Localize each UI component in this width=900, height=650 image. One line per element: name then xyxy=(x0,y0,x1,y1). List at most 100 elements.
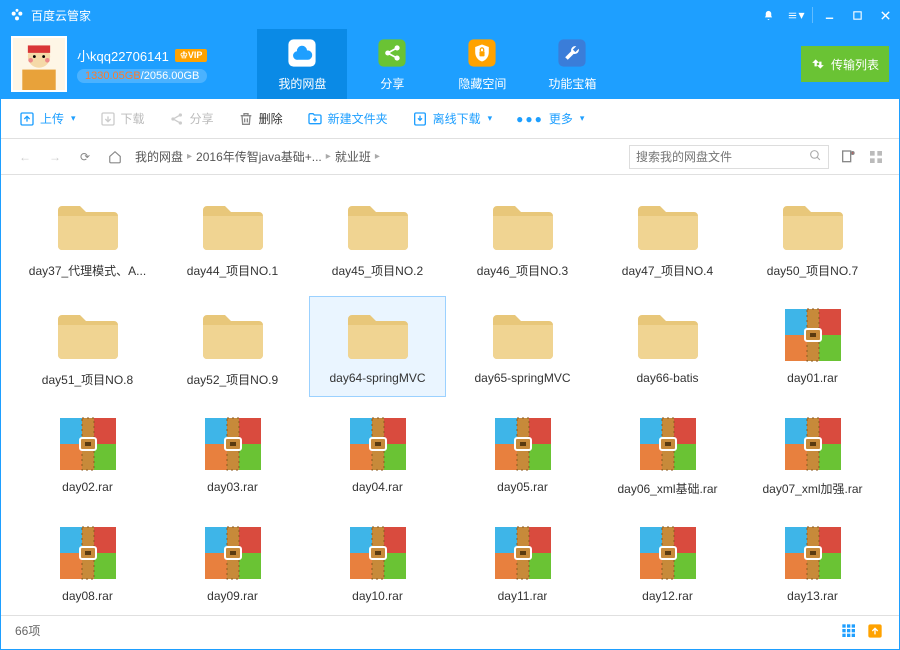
file-name: day46_项目NO.3 xyxy=(477,262,568,279)
titlebar: 百度云管家 ▾ xyxy=(1,1,899,29)
back-button[interactable]: ← xyxy=(15,147,35,167)
upload-status-icon[interactable] xyxy=(865,621,885,641)
file-item[interactable]: day13.rar xyxy=(744,514,881,612)
file-item[interactable]: day09.rar xyxy=(164,514,301,612)
archive-icon xyxy=(487,523,559,583)
file-item[interactable]: day10.rar xyxy=(309,514,446,612)
file-name: day09.rar xyxy=(207,589,258,603)
file-name: day05.rar xyxy=(497,480,548,494)
file-name: day50_项目NO.7 xyxy=(767,262,858,279)
file-item[interactable]: day47_项目NO.4 xyxy=(599,187,736,288)
new-folder-button[interactable]: 新建文件夹 xyxy=(307,110,388,127)
minimize-button[interactable] xyxy=(815,1,843,29)
archive-icon xyxy=(487,414,559,474)
file-item[interactable]: day12.rar xyxy=(599,514,736,612)
tab-mydisk[interactable]: 我的网盘 xyxy=(257,29,347,99)
tab-share[interactable]: 分享 xyxy=(347,29,437,99)
file-item[interactable]: day05.rar xyxy=(454,405,591,506)
file-name: day07_xml加强.rar xyxy=(762,480,862,497)
file-item[interactable]: day64-springMVC xyxy=(309,296,446,397)
file-name: day52_项目NO.9 xyxy=(187,371,278,388)
file-item[interactable]: day45_项目NO.2 xyxy=(309,187,446,288)
file-name: day65-springMVC xyxy=(474,371,570,385)
file-name: day03.rar xyxy=(207,480,258,494)
archive-icon xyxy=(632,414,704,474)
file-item[interactable]: day44_项目NO.1 xyxy=(164,187,301,288)
grid-view-icon[interactable] xyxy=(839,621,859,641)
file-name: day51_项目NO.8 xyxy=(42,371,133,388)
file-item[interactable]: day66-batis xyxy=(599,296,736,397)
more-button[interactable]: ●●● 更多▾ xyxy=(516,110,584,127)
upload-button[interactable]: 上传▾ xyxy=(19,110,76,127)
header: 小kqq22706141 ♔VIP 1330.05GB/2056.00GB 我的… xyxy=(1,29,899,99)
tab-toolbox[interactable]: 功能宝箱 xyxy=(527,29,617,99)
file-grid: day37_代理模式、A...day44_项目NO.1day45_项目NO.2d… xyxy=(1,175,899,615)
close-button[interactable] xyxy=(871,1,899,29)
forward-button[interactable]: → xyxy=(45,147,65,167)
crumb-2[interactable]: 就业班 xyxy=(335,148,371,165)
folder-icon xyxy=(777,196,849,256)
home-icon[interactable] xyxy=(105,147,125,167)
file-item[interactable]: day52_项目NO.9 xyxy=(164,296,301,397)
file-name: day44_项目NO.1 xyxy=(187,262,278,279)
file-item[interactable]: day01.rar xyxy=(744,296,881,397)
search-icon[interactable] xyxy=(809,149,822,165)
storage-info: 1330.05GB/2056.00GB xyxy=(77,69,207,83)
search-box[interactable] xyxy=(629,145,829,169)
username: 小kqq22706141 xyxy=(77,46,169,65)
file-item[interactable]: day50_项目NO.7 xyxy=(744,187,881,288)
toolbar: 上传▾ 下载 分享 删除 新建文件夹 离线下载▾ ●●● 更多▾ xyxy=(1,99,899,139)
download-button[interactable]: 下载 xyxy=(100,110,145,127)
file-name: day45_项目NO.2 xyxy=(332,262,423,279)
user-info: 小kqq22706141 ♔VIP 1330.05GB/2056.00GB xyxy=(77,46,207,83)
crumb-1[interactable]: 2016年传智java基础+... xyxy=(196,148,322,165)
crumb-root[interactable]: 我的网盘 xyxy=(135,148,183,165)
file-name: day13.rar xyxy=(787,589,838,603)
breadcrumb: 我的网盘 ▸ 2016年传智java基础+... ▸ 就业班 ▸ xyxy=(135,148,619,165)
file-item[interactable]: day37_代理模式、A... xyxy=(19,187,156,288)
view-grid-icon[interactable] xyxy=(867,148,885,166)
app-title: 百度云管家 xyxy=(31,7,91,24)
filter-icon[interactable] xyxy=(839,148,857,166)
folder-icon xyxy=(632,305,704,365)
search-input[interactable] xyxy=(636,150,809,164)
file-item[interactable]: day07_xml加强.rar xyxy=(744,405,881,506)
folder-icon xyxy=(52,305,124,365)
folder-icon xyxy=(487,196,559,256)
file-item[interactable]: day02.rar xyxy=(19,405,156,506)
share-button[interactable]: 分享 xyxy=(169,110,214,127)
file-name: day08.rar xyxy=(62,589,113,603)
delete-button[interactable]: 删除 xyxy=(238,110,283,127)
transfer-list-button[interactable]: 传输列表 xyxy=(801,46,889,82)
folder-icon xyxy=(342,196,414,256)
file-item[interactable]: day03.rar xyxy=(164,405,301,506)
tab-hidden[interactable]: 隐藏空间 xyxy=(437,29,527,99)
app-logo-icon xyxy=(9,7,25,23)
file-item[interactable]: day46_项目NO.3 xyxy=(454,187,591,288)
avatar[interactable] xyxy=(11,36,67,92)
file-name: day11.rar xyxy=(498,589,548,603)
offline-download-button[interactable]: 离线下载▾ xyxy=(412,110,493,127)
folder-icon xyxy=(52,196,124,256)
file-name: day66-batis xyxy=(636,371,698,385)
file-name: day04.rar xyxy=(352,480,403,494)
file-name: day37_代理模式、A... xyxy=(29,262,146,279)
maximize-button[interactable] xyxy=(843,1,871,29)
archive-icon xyxy=(52,414,124,474)
file-item[interactable]: day04.rar xyxy=(309,405,446,506)
vip-badge: ♔VIP xyxy=(175,49,208,62)
file-item[interactable]: day08.rar xyxy=(19,514,156,612)
file-item[interactable]: day06_xml基础.rar xyxy=(599,405,736,506)
archive-icon xyxy=(777,523,849,583)
file-name: day10.rar xyxy=(352,589,403,603)
notification-icon[interactable] xyxy=(754,1,782,29)
file-item[interactable]: day11.rar xyxy=(454,514,591,612)
file-item[interactable]: day51_项目NO.8 xyxy=(19,296,156,397)
file-name: day01.rar xyxy=(787,371,838,385)
menu-dropdown-icon[interactable]: ▾ xyxy=(782,1,810,29)
file-name: day06_xml基础.rar xyxy=(617,480,717,497)
folder-icon xyxy=(632,196,704,256)
refresh-button[interactable]: ⟳ xyxy=(75,147,95,167)
file-item[interactable]: day65-springMVC xyxy=(454,296,591,397)
archive-icon xyxy=(197,523,269,583)
